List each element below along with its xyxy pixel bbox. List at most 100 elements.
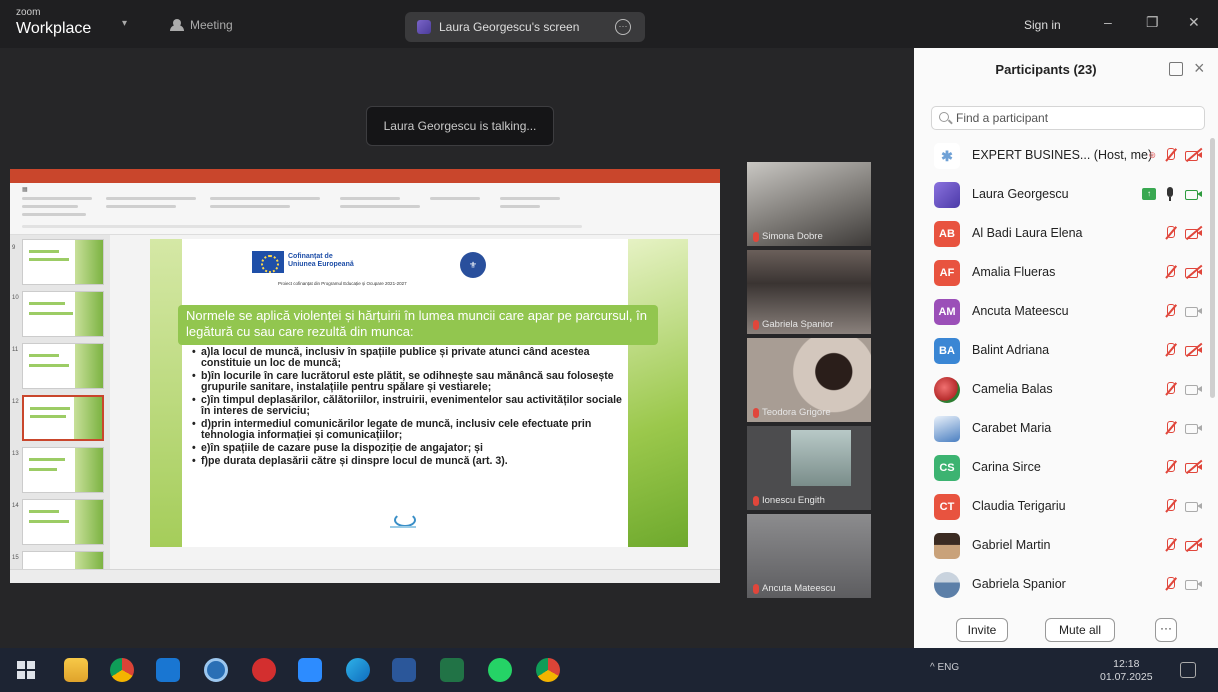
- video-tile[interactable]: Simona Dobre: [747, 162, 871, 246]
- restore-button[interactable]: ❐: [1146, 14, 1159, 31]
- mic-muted-icon[interactable]: [1162, 537, 1178, 553]
- brand-zoom: zoom: [16, 7, 41, 18]
- chrome-icon[interactable]: [110, 658, 134, 682]
- participant-avatar: BA: [934, 338, 960, 364]
- mic-muted-icon[interactable]: [1162, 498, 1178, 514]
- video-icon[interactable]: [1184, 381, 1204, 397]
- video-off-icon[interactable]: [1184, 264, 1204, 280]
- video-off-icon[interactable]: [1184, 342, 1204, 358]
- participant-row[interactable]: AF Amalia Flueras: [914, 255, 1210, 291]
- mic-muted-icon[interactable]: [1162, 420, 1178, 436]
- taskbar-clock[interactable]: 12:18 01.07.2025: [1100, 658, 1153, 684]
- whatsapp-icon[interactable]: [488, 658, 512, 682]
- slide-thumbnail[interactable]: [22, 551, 104, 571]
- close-button[interactable]: ✕: [1188, 14, 1200, 31]
- bullet-item: f)pe durata deplasării către și dinspre …: [192, 456, 632, 468]
- slide-thumbnail[interactable]: [22, 447, 104, 493]
- participant-list-scrollbar[interactable]: [1210, 138, 1215, 398]
- notification-icon[interactable]: [1180, 662, 1196, 678]
- shared-screen-tab[interactable]: Laura Georgescu's screen ···: [405, 12, 645, 42]
- participant-avatar: [934, 572, 960, 598]
- slide-thumbnail[interactable]: [22, 343, 104, 389]
- participant-controls: [1162, 498, 1204, 514]
- outlook-icon[interactable]: [156, 658, 180, 682]
- app-brand: zoom Workplace: [16, 8, 91, 37]
- meeting-tab[interactable]: Meeting: [170, 18, 233, 32]
- mic-muted-icon[interactable]: [1162, 264, 1178, 280]
- edge-icon[interactable]: [346, 658, 370, 682]
- video-off-icon[interactable]: [1184, 225, 1204, 241]
- chrome-profile-icon[interactable]: [536, 658, 560, 682]
- slide-decoration-right: [628, 239, 688, 547]
- eu-cofinanced-text: Cofinanțat de Uniunea Europeană: [288, 253, 354, 268]
- slide-thumbnail[interactable]: [22, 291, 104, 337]
- more-options-button[interactable]: ···: [1155, 618, 1177, 642]
- system-tray[interactable]: ^ ENG: [930, 662, 959, 673]
- bullet-item: a)la locul de muncă, inclusiv în spațiil…: [192, 347, 632, 369]
- participant-avatar: AM: [934, 299, 960, 325]
- sign-in-link[interactable]: Sign in: [1024, 18, 1061, 32]
- zoom-taskbar-icon[interactable]: [298, 658, 322, 682]
- mic-muted-icon[interactable]: [1162, 225, 1178, 241]
- participant-search-input[interactable]: Find a participant: [931, 106, 1205, 130]
- mute-all-button[interactable]: Mute all: [1045, 618, 1115, 642]
- participant-row[interactable]: AM Ancuta Mateescu: [914, 294, 1210, 330]
- video-icon[interactable]: [1184, 498, 1204, 514]
- video-off-icon[interactable]: [1184, 537, 1204, 553]
- mic-muted-icon[interactable]: [1162, 576, 1178, 592]
- close-panel-icon[interactable]: ×: [1194, 58, 1205, 79]
- video-tile[interactable]: Teodora Grigore: [747, 338, 871, 422]
- participant-avatar: [934, 533, 960, 559]
- video-icon[interactable]: [1184, 420, 1204, 436]
- participant-row[interactable]: Camelia Balas: [914, 372, 1210, 408]
- participant-row[interactable]: Laura Georgescu ↑: [914, 177, 1210, 213]
- invite-button[interactable]: Invite: [956, 618, 1008, 642]
- participant-controls: [1162, 225, 1204, 241]
- mic-muted-icon[interactable]: [1162, 147, 1178, 163]
- video-icon[interactable]: [1184, 303, 1204, 319]
- mic-muted-icon[interactable]: [1162, 303, 1178, 319]
- participant-row[interactable]: Gabriel Martin: [914, 528, 1210, 564]
- recorder-icon[interactable]: [252, 658, 276, 682]
- video-tile[interactable]: Ancuta Mateescu: [747, 514, 871, 598]
- mic-muted-icon[interactable]: [1162, 381, 1178, 397]
- slide-thumbnail-selected[interactable]: [22, 395, 104, 441]
- participant-row[interactable]: ✱ EXPERT BUSINES... (Host, me) ⊛: [914, 138, 1210, 174]
- minimize-button[interactable]: –: [1104, 14, 1112, 30]
- participants-footer: Invite Mute all ···: [914, 612, 1218, 648]
- share-stage: Laura Georgescu is talking... ▦ 9 10 11: [0, 48, 914, 648]
- slide-thumbnail[interactable]: [22, 239, 104, 285]
- participant-row[interactable]: CT Claudia Terigariu: [914, 489, 1210, 525]
- video-off-icon[interactable]: [1184, 147, 1204, 163]
- participant-controls: [1162, 303, 1204, 319]
- participant-row[interactable]: AB Al Badi Laura Elena: [914, 216, 1210, 252]
- government-seal-logo: ⚜: [460, 252, 486, 278]
- mic-muted-icon[interactable]: [1162, 459, 1178, 475]
- bullet-item: d)prin intermediul comunicărilor legate …: [192, 419, 632, 441]
- participants-title: Participants (23): [995, 62, 1097, 77]
- screen-share-status-icon: ⊛: [1148, 149, 1156, 160]
- view-options-icon[interactable]: ···: [615, 19, 631, 35]
- excel-icon[interactable]: [440, 658, 464, 682]
- windows-start-icon[interactable]: [14, 658, 38, 682]
- video-tile[interactable]: Ionescu Engith: [747, 426, 871, 510]
- file-explorer-icon[interactable]: [64, 658, 88, 682]
- video-on-icon[interactable]: [1184, 186, 1204, 202]
- slide-thumbnail[interactable]: [22, 499, 104, 545]
- mic-muted-icon[interactable]: [1162, 342, 1178, 358]
- circle-app-icon[interactable]: [204, 658, 228, 682]
- mic-on-icon[interactable]: [1162, 186, 1178, 202]
- participant-row[interactable]: CS Carina Sirce: [914, 450, 1210, 486]
- bullet-item: e)în spațiile de cazare puse la dispoziț…: [192, 443, 632, 455]
- video-tile[interactable]: Gabriela Spanior: [747, 250, 871, 334]
- video-off-icon[interactable]: [1184, 459, 1204, 475]
- video-strip: Simona Dobre Gabriela Spanior Teodora Gr…: [747, 162, 871, 598]
- participant-row[interactable]: Carabet Maria: [914, 411, 1210, 447]
- participant-row[interactable]: Gabriela Spanior: [914, 567, 1210, 603]
- participant-row[interactable]: BA Balint Adriana: [914, 333, 1210, 369]
- slide-thumbnails[interactable]: 9 10 11 12 13 14 15: [10, 235, 110, 575]
- app-menu-chevron-icon[interactable]: ▾: [122, 18, 127, 29]
- word-icon[interactable]: [392, 658, 416, 682]
- video-icon[interactable]: [1184, 576, 1204, 592]
- pop-out-icon[interactable]: [1169, 62, 1183, 76]
